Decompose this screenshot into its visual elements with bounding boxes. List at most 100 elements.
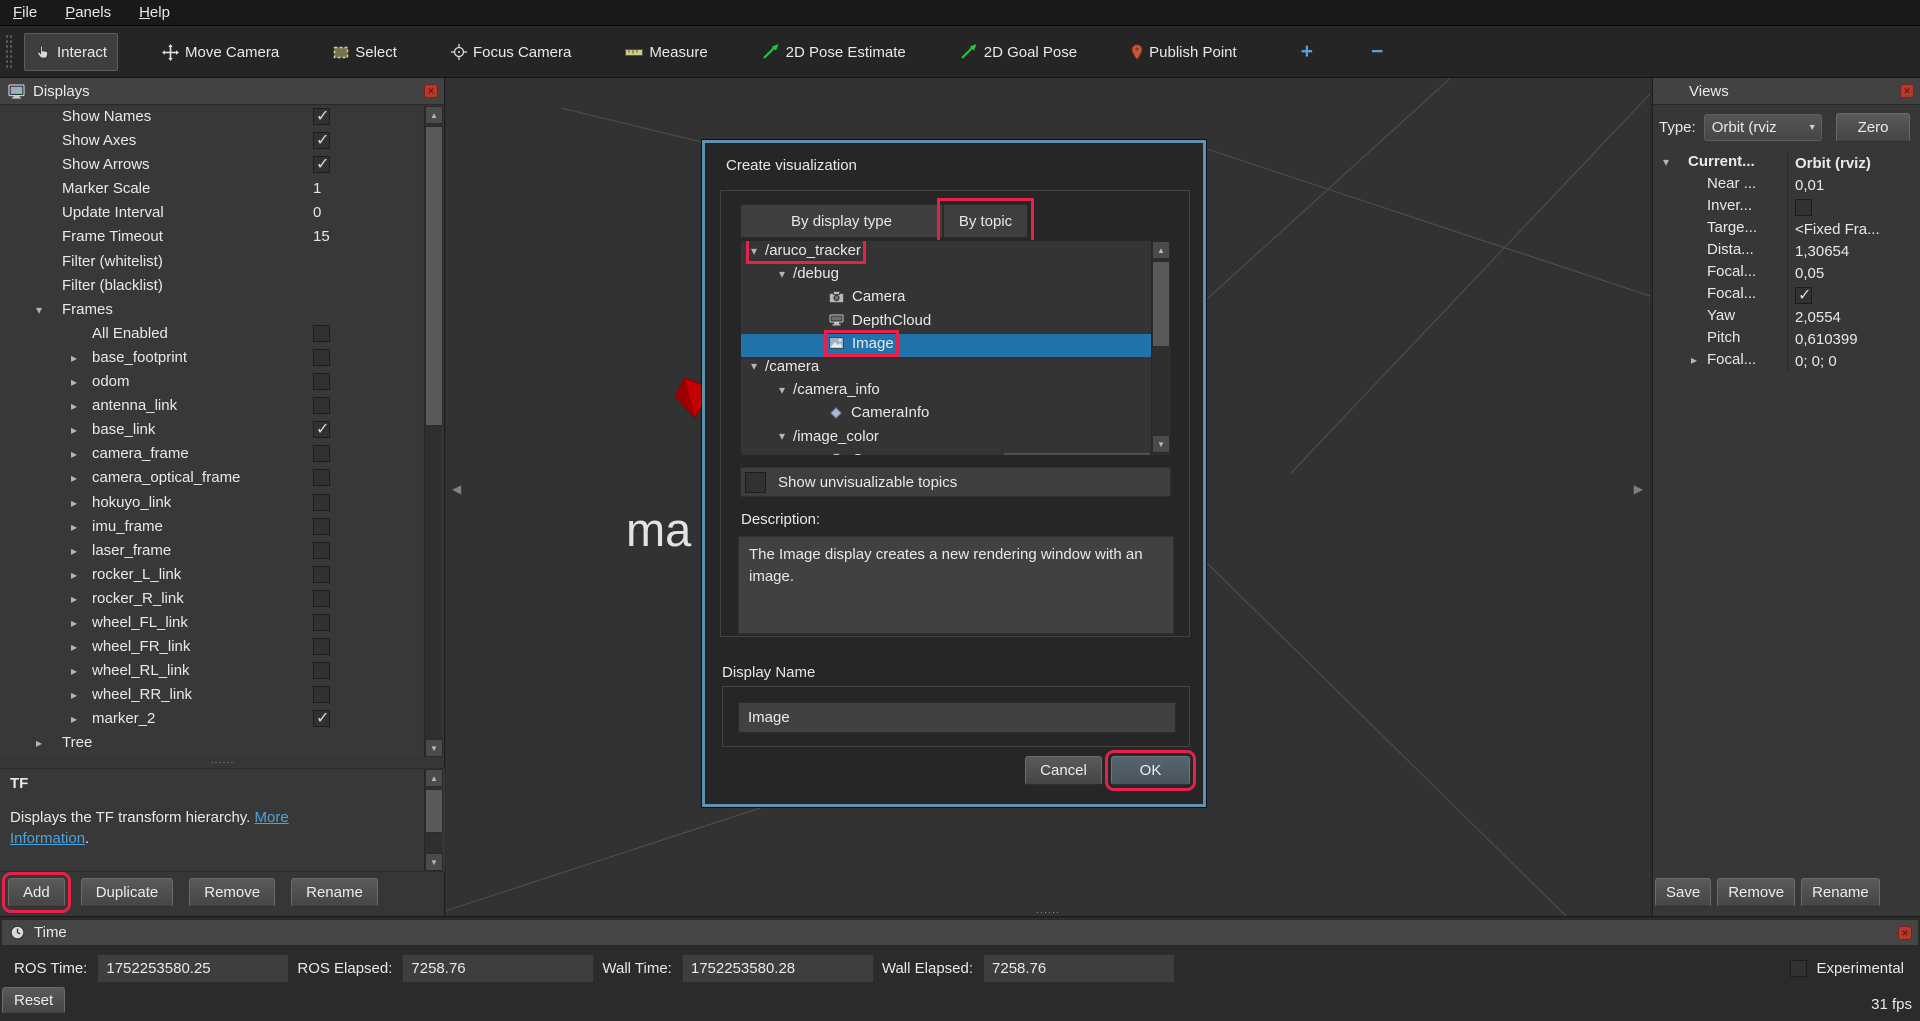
- displays-row-marker-scale[interactable]: Marker Scale1: [0, 178, 423, 202]
- displays-row-wheel-rr-link[interactable]: ▸wheel_RR_link: [0, 684, 423, 708]
- chevron-right-icon[interactable]: ▸: [71, 399, 77, 413]
- scrollbar-down-button[interactable]: ▼: [1152, 435, 1170, 453]
- checkbox-hokuyo-link[interactable]: [313, 494, 330, 511]
- chevron-right-icon[interactable]: ▸: [71, 375, 77, 389]
- topic-row-aruco-tracker[interactable]: ▾/aruco_tracker: [741, 241, 1153, 264]
- chevron-down-icon[interactable]: ▾: [779, 267, 785, 281]
- checkbox-camera-optical-frame[interactable]: [313, 469, 330, 486]
- checkbox-show-axes[interactable]: [313, 132, 330, 149]
- display-row-camera[interactable]: Camera: [741, 287, 1153, 310]
- chevron-right-icon[interactable]: ▸: [71, 640, 77, 654]
- displays-row-camera-optical-frame[interactable]: ▸camera_optical_frame: [0, 467, 423, 491]
- checkbox-antenna-link[interactable]: [313, 397, 330, 414]
- displays-row-base-footprint[interactable]: ▸base_footprint: [0, 347, 423, 371]
- experimental-checkbox[interactable]: [1790, 960, 1807, 977]
- remove-tool-button[interactable]: −: [1371, 40, 1383, 64]
- displays-row-tree[interactable]: ▸Tree: [0, 732, 423, 756]
- views-row-near-1[interactable]: Near ...0,01: [1653, 174, 1920, 196]
- checkbox-laser-frame[interactable]: [313, 542, 330, 559]
- display-row-image[interactable]: Image: [741, 334, 1153, 357]
- display-row-depthcloud[interactable]: DepthCloud: [741, 311, 1153, 334]
- displays-remove-button[interactable]: Remove: [189, 878, 275, 907]
- topic-row-debug[interactable]: ▾/debug: [741, 264, 1153, 287]
- displays-row-rocker-r-link[interactable]: ▸rocker_R_link: [0, 588, 423, 612]
- displays-add-button[interactable]: Add: [8, 878, 65, 907]
- chevron-right-icon[interactable]: ▸: [71, 568, 77, 582]
- field-value[interactable]: 1752253580.25: [97, 954, 289, 983]
- chevron-down-icon[interactable]: ▾: [779, 429, 785, 443]
- displays-scrollbar[interactable]: ▲ ▼: [424, 106, 442, 757]
- checkbox-camera-frame[interactable]: [313, 445, 330, 462]
- cancel-button[interactable]: Cancel: [1025, 756, 1102, 785]
- scrollbar-down-button[interactable]: ▼: [425, 853, 443, 871]
- field-value[interactable]: 1752253580.28: [682, 954, 874, 983]
- checkbox-base-link[interactable]: [313, 421, 330, 438]
- tool-interact[interactable]: Interact: [24, 33, 118, 71]
- tool-move-camera[interactable]: Move Camera: [152, 33, 289, 71]
- tool-publish-point[interactable]: Publish Point: [1121, 33, 1247, 71]
- field-value[interactable]: 7258.76: [983, 954, 1175, 983]
- chevron-right-icon[interactable]: ▸: [71, 688, 77, 702]
- displays-row-frames[interactable]: ▾Frames: [0, 299, 423, 323]
- checkbox-show-arrows[interactable]: [313, 156, 330, 173]
- displays-row-show-names[interactable]: Show Names: [0, 106, 423, 130]
- chevron-right-icon[interactable]: ▸: [36, 736, 42, 750]
- views-rename-button[interactable]: Rename: [1801, 878, 1880, 907]
- chevron-down-icon[interactable]: ▾: [751, 244, 757, 258]
- displays-row-filter-blacklist[interactable]: Filter (blacklist): [0, 275, 423, 299]
- chevron-right-icon[interactable]: ▸: [71, 592, 77, 606]
- chevron-right-icon[interactable]: ▸: [71, 447, 77, 461]
- displays-row-wheel-rl-link[interactable]: ▸wheel_RL_link: [0, 660, 423, 684]
- panel-collapse-right-arrow[interactable]: ▶: [1634, 482, 1643, 496]
- time-panel-header[interactable]: Time ✕: [1, 919, 1919, 946]
- display-row-camera[interactable]: Cameraraw: [741, 450, 1153, 456]
- views-row-inver-2[interactable]: Inver...: [1653, 196, 1920, 218]
- menu-item-panels[interactable]: Panels: [65, 4, 111, 21]
- displays-row-marker-2[interactable]: ▸marker_2: [0, 708, 423, 732]
- checkbox-wheel-rr-link[interactable]: [313, 686, 330, 703]
- ok-button[interactable]: OK: [1111, 756, 1190, 785]
- splitter-handle[interactable]: ······: [0, 759, 445, 765]
- displays-row-base-link[interactable]: ▸base_link: [0, 419, 423, 443]
- displays-row-frame-timeout[interactable]: Frame Timeout15: [0, 226, 423, 250]
- chevron-right-icon[interactable]: ▸: [1691, 353, 1697, 367]
- chevron-right-icon[interactable]: ▸: [71, 351, 77, 365]
- displays-row-show-arrows[interactable]: Show Arrows: [0, 154, 423, 178]
- displays-row-rocker-l-link[interactable]: ▸rocker_L_link: [0, 564, 423, 588]
- chevron-down-icon[interactable]: ▾: [36, 303, 42, 317]
- toolbar-grip[interactable]: [5, 34, 12, 70]
- chevron-down-icon[interactable]: ▾: [751, 359, 757, 373]
- time-close-icon[interactable]: ✕: [1898, 926, 1912, 940]
- tf-pane-scrollbar[interactable]: ▲ ▼: [424, 769, 442, 871]
- displays-row-laser-frame[interactable]: ▸laser_frame: [0, 540, 423, 564]
- views-remove-button[interactable]: Remove: [1717, 878, 1795, 907]
- views-row-focal-5[interactable]: Focal...0,05: [1653, 262, 1920, 284]
- scrollbar-thumb[interactable]: [425, 126, 443, 426]
- displays-duplicate-button[interactable]: Duplicate: [81, 878, 174, 907]
- tool-measure[interactable]: Measure: [615, 33, 717, 71]
- scrollbar-up-button[interactable]: ▲: [425, 769, 443, 787]
- displays-rename-button[interactable]: Rename: [291, 878, 378, 907]
- topic-row-image-color[interactable]: ▾/image_color: [741, 427, 1153, 450]
- checkbox-marker-2[interactable]: [313, 710, 330, 727]
- chevron-right-icon[interactable]: ▸: [71, 712, 77, 726]
- chevron-down-icon[interactable]: ▾: [779, 383, 785, 397]
- tab-by-display-type[interactable]: By display type: [740, 204, 943, 238]
- scrollbar-thumb[interactable]: [1152, 261, 1170, 347]
- displays-row-show-axes[interactable]: Show Axes: [0, 130, 423, 154]
- checkbox-rocker-r-link[interactable]: [313, 590, 330, 607]
- views-row-dista-4[interactable]: Dista...1,30654: [1653, 240, 1920, 262]
- tab-by-topic[interactable]: By topic: [943, 204, 1028, 238]
- scrollbar-thumb[interactable]: [425, 789, 443, 833]
- checkbox-imu-frame[interactable]: [313, 518, 330, 535]
- displays-close-icon[interactable]: ✕: [424, 84, 438, 98]
- displays-row-wheel-fl-link[interactable]: ▸wheel_FL_link: [0, 612, 423, 636]
- displays-row-all-enabled[interactable]: All Enabled: [0, 323, 423, 347]
- displays-row-imu-frame[interactable]: ▸imu_frame: [0, 516, 423, 540]
- displays-row-odom[interactable]: ▸odom: [0, 371, 423, 395]
- show-unvisualizable-checkbox[interactable]: [745, 472, 766, 493]
- displays-panel-header[interactable]: Displays ✕: [0, 78, 444, 105]
- displays-row-filter-whitelist[interactable]: Filter (whitelist): [0, 251, 423, 275]
- chevron-right-icon[interactable]: ▸: [71, 544, 77, 558]
- menu-item-file[interactable]: File: [13, 4, 37, 21]
